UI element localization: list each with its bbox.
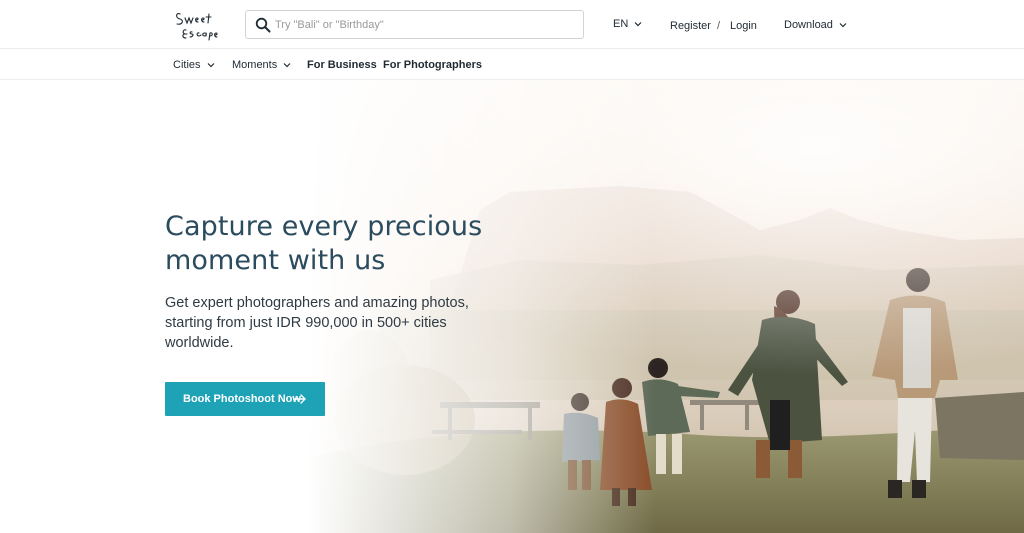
register-link[interactable]: Register bbox=[670, 19, 711, 33]
search-icon[interactable] bbox=[255, 17, 271, 33]
language-label: EN bbox=[613, 18, 629, 30]
hero-headline-line-2: moment with us bbox=[165, 245, 386, 276]
top-header: EN Register / Login Download bbox=[0, 0, 1024, 49]
nav-item-label: Moments bbox=[232, 59, 278, 71]
auth-separator: / bbox=[717, 20, 721, 32]
hero-headline-line-1: Capture every precious bbox=[165, 211, 483, 242]
chevron-down-icon bbox=[283, 62, 291, 68]
login-link[interactable]: Login bbox=[730, 19, 757, 33]
download-menu[interactable]: Download bbox=[784, 18, 847, 32]
nav-item-for-business[interactable]: For Business bbox=[307, 58, 377, 72]
nav-item-for-photographers[interactable]: For Photographers bbox=[383, 58, 482, 72]
sweet-escape-logo-icon bbox=[176, 13, 218, 41]
hero-subheadline-line-1: Get expert photographers and amazing pho… bbox=[165, 295, 469, 311]
book-photoshoot-button[interactable]: Book Photoshoot Now bbox=[165, 382, 325, 416]
chevron-down-icon bbox=[207, 62, 215, 68]
hero-subheadline: Get expert photographers and amazing pho… bbox=[165, 293, 525, 353]
hero-subheadline-line-2: starting from just IDR 990,000 in 500+ c… bbox=[165, 315, 447, 331]
hero-section: Capture every precious moment with us Ge… bbox=[0, 80, 1024, 533]
chevron-down-icon bbox=[839, 22, 847, 28]
arrow-right-icon bbox=[294, 394, 306, 404]
sub-navigation: Cities Moments For Business For Photogra… bbox=[0, 49, 1024, 80]
hero-subheadline-line-3: worldwide. bbox=[165, 335, 234, 351]
download-label: Download bbox=[784, 19, 833, 31]
search-bar bbox=[245, 10, 584, 39]
hero-headline: Capture every precious moment with us bbox=[165, 210, 565, 278]
search-input[interactable] bbox=[275, 11, 575, 38]
nav-item-moments[interactable]: Moments bbox=[232, 58, 291, 72]
chevron-down-icon bbox=[634, 21, 642, 27]
brand-logo[interactable] bbox=[172, 6, 224, 42]
language-selector[interactable]: EN bbox=[613, 17, 642, 31]
book-photoshoot-label: Book Photoshoot Now bbox=[183, 393, 301, 405]
nav-item-label: Cities bbox=[173, 59, 201, 71]
nav-item-cities[interactable]: Cities bbox=[173, 58, 215, 72]
